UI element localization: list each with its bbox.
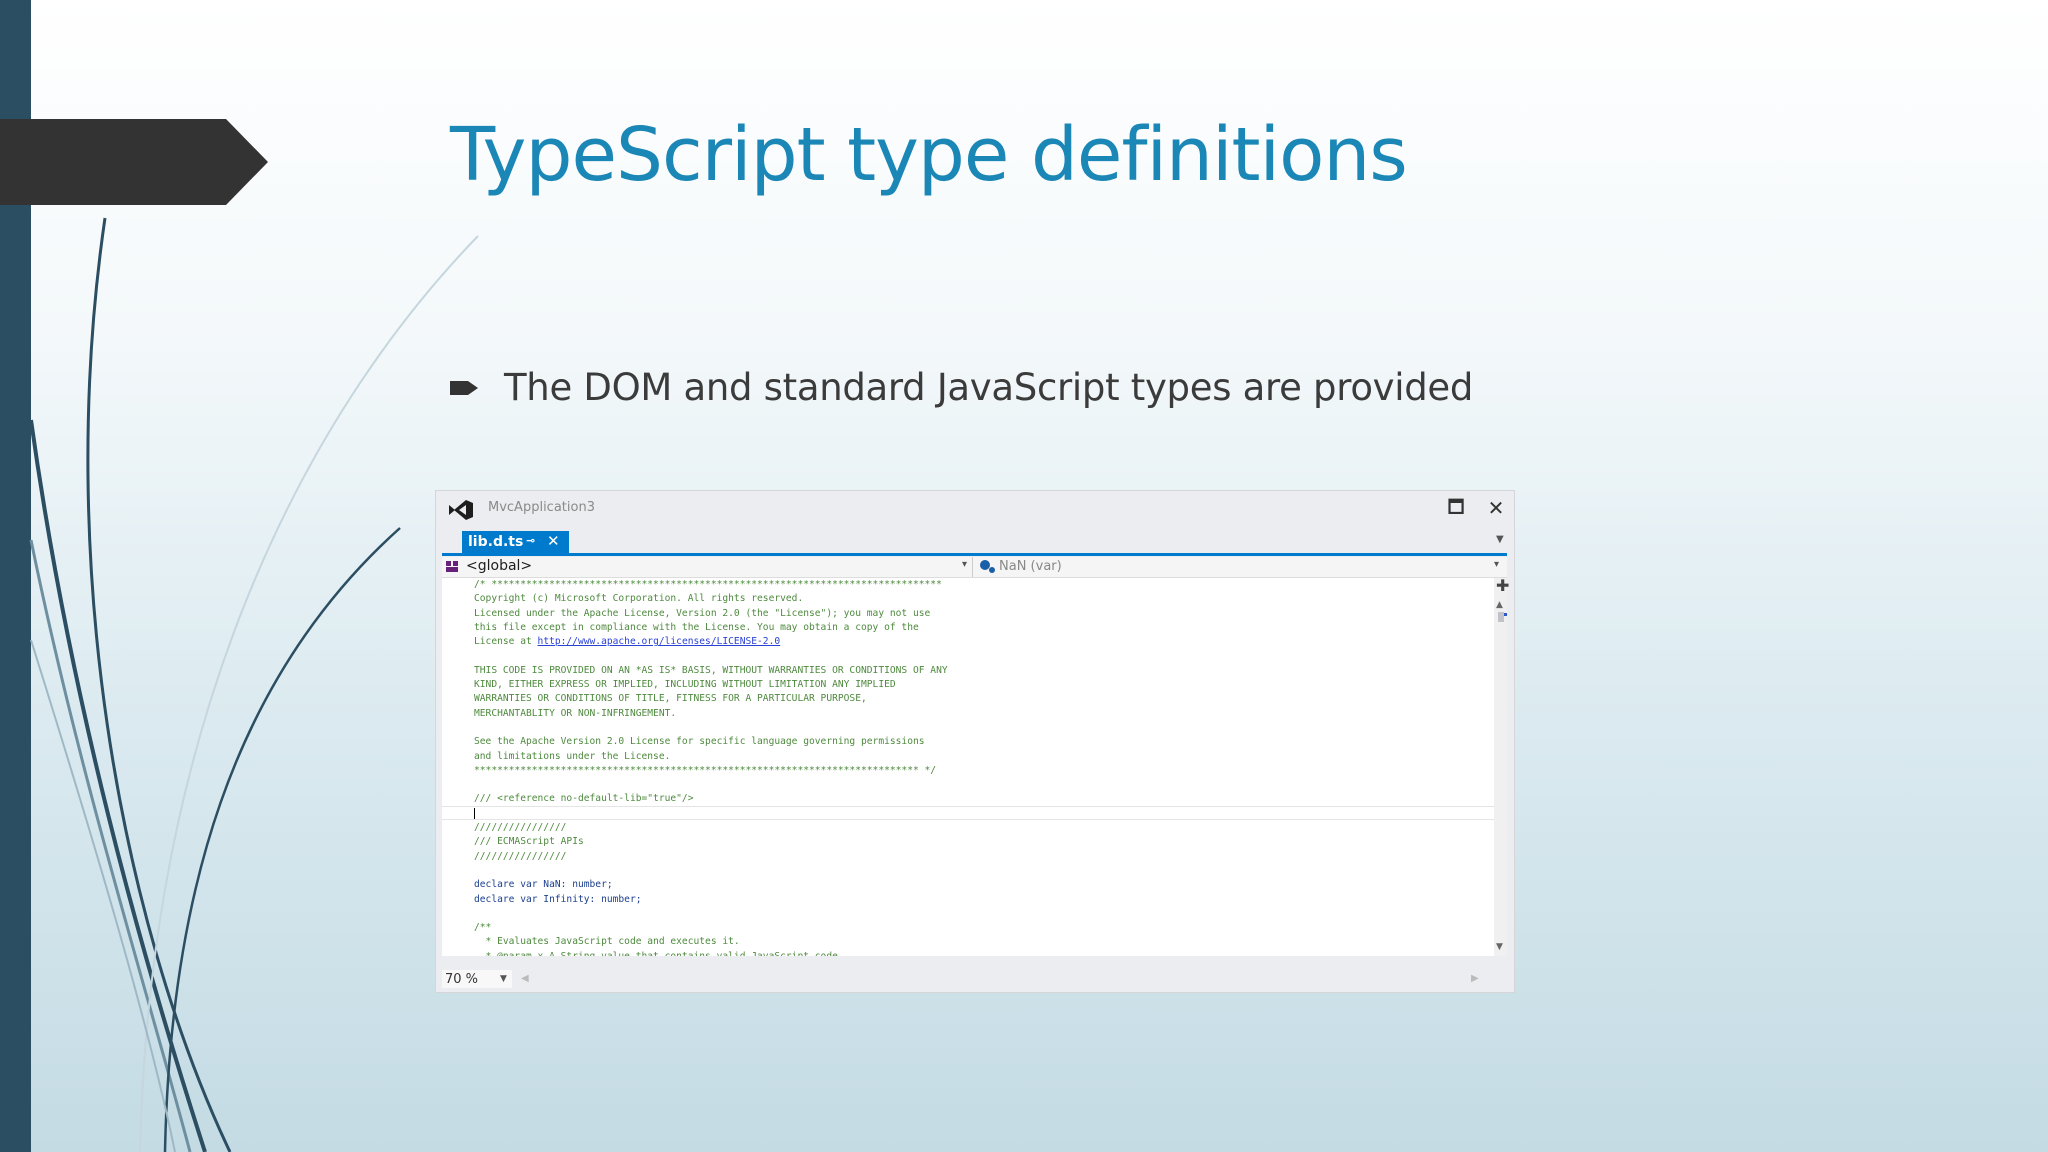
ide-titlebar: MvcApplication3 🗖 ✕ <box>436 491 1514 527</box>
code-text: and limitations under the License. <box>474 750 671 762</box>
code-text: License at <box>474 636 538 648</box>
scope-dropdown[interactable]: <global> ▾ <box>442 557 973 577</box>
title-arrow-marker <box>0 119 268 205</box>
variable-icon <box>980 560 995 573</box>
code-text: declare var NaN: number; <box>474 879 613 891</box>
split-editor-icon[interactable]: ✚ <box>1496 578 1509 594</box>
scroll-down-arrow-icon[interactable]: ▼ <box>1496 942 1503 952</box>
editor-status-bar: 70 % ▼ ◀ ▶ <box>436 968 1514 992</box>
code-text: /** <box>474 922 492 934</box>
scroll-caret-marker <box>1504 613 1507 616</box>
zoom-dropdown[interactable]: 70 % ▼ <box>442 970 512 988</box>
pin-icon[interactable]: ⊸ <box>526 534 535 547</box>
code-editor[interactable]: /* *************************************… <box>442 578 1494 956</box>
member-dropdown[interactable]: NaN (var) <box>999 559 1062 574</box>
code-line: * Evaluates JavaScript code and executes… <box>474 935 948 949</box>
code-line: WARRANTIES OR CONDITIONS OF TITLE, FITNE… <box>474 692 948 706</box>
ide-app-title: MvcApplication3 <box>488 500 595 515</box>
code-text: * Evaluates JavaScript code and executes… <box>474 936 740 948</box>
code-line: declare var Infinity: number; <box>474 893 948 907</box>
code-text: See the Apache Version 2.0 License for s… <box>474 736 925 748</box>
navigation-bar: <global> ▾ NaN (var) ▾ <box>442 557 1507 578</box>
bullet-item: The DOM and standard JavaScript types ar… <box>450 366 1473 409</box>
code-line: ****************************************… <box>474 764 948 778</box>
code-text: declare var Infinity: number; <box>474 893 642 905</box>
scope-dropdown-value: <global> <box>466 558 533 574</box>
code-text: KIND, EITHER EXPRESS OR IMPLIED, INCLUDI… <box>474 679 896 691</box>
code-text: /// <reference no-default-lib="true"/> <box>474 793 694 805</box>
code-line: this file except in compliance with the … <box>474 621 948 635</box>
ide-screenshot: MvcApplication3 🗖 ✕ lib.d.ts ⊸ ✕ ▼ <glob… <box>435 490 1515 993</box>
code-line: /// <reference no-default-lib="true"/> <box>474 792 948 806</box>
bullet-text: The DOM and standard JavaScript types ar… <box>504 366 1474 409</box>
code-text: //////////////// <box>474 822 567 834</box>
code-text: * @param x A String value that contains … <box>474 951 844 956</box>
code-text: //////////////// <box>474 850 567 862</box>
scroll-left-arrow-icon[interactable]: ◀ <box>521 973 529 984</box>
tab-lib-d-ts[interactable]: lib.d.ts ⊸ ✕ <box>462 531 569 553</box>
code-text: WARRANTIES OR CONDITIONS OF TITLE, FITNE… <box>474 693 867 705</box>
code-line: License at http://www.apache.org/license… <box>474 635 948 649</box>
code-text: MERCHANTABLITY OR NON-INFRINGEMENT. <box>474 707 677 719</box>
namespace-icon <box>446 561 458 572</box>
code-line: //////////////// <box>474 850 948 864</box>
code-text: /// ECMAScript APIs <box>474 836 584 848</box>
zoom-level: 70 % <box>445 972 479 987</box>
code-line: Copyright (c) Microsoft Corporation. All… <box>474 592 948 606</box>
code-line: /** <box>474 921 948 935</box>
document-tabbar: lib.d.ts ⊸ ✕ ▼ <box>436 531 1514 553</box>
visual-studio-logo-icon <box>449 500 473 520</box>
chevron-down-icon: ▼ <box>500 974 507 984</box>
code-lines: /* *************************************… <box>474 578 948 956</box>
slide-title: TypeScript type definitions <box>450 112 1408 198</box>
arrow-bullet-icon <box>450 380 478 395</box>
code-line: MERCHANTABLITY OR NON-INFRINGEMENT. <box>474 707 948 721</box>
code-text: Copyright (c) Microsoft Corporation. All… <box>474 593 804 605</box>
code-line: KIND, EITHER EXPRESS OR IMPLIED, INCLUDI… <box>474 678 948 692</box>
code-line: //////////////// <box>474 821 948 835</box>
code-line: Licensed under the Apache License, Versi… <box>474 607 948 621</box>
code-line: /// ECMAScript APIs <box>474 835 948 849</box>
code-text: this file except in compliance with the … <box>474 621 919 633</box>
code-line: /* *************************************… <box>474 578 948 592</box>
tab-overflow-icon[interactable]: ▼ <box>1496 534 1504 545</box>
tab-underline <box>442 553 1507 556</box>
close-window-button[interactable]: ✕ <box>1483 496 1509 520</box>
tab-close-icon[interactable]: ✕ <box>547 532 560 550</box>
license-link[interactable]: http://www.apache.org/licenses/LICENSE-2… <box>538 636 781 647</box>
code-line: declare var NaN: number; <box>474 878 948 892</box>
code-text: /* *************************************… <box>474 579 948 590</box>
code-line: See the Apache Version 2.0 License for s… <box>474 735 948 749</box>
chevron-down-icon: ▾ <box>962 559 968 570</box>
code-text: THIS CODE IS PROVIDED ON AN *AS IS* BASI… <box>474 664 948 676</box>
maximize-button[interactable]: 🗖 <box>1443 496 1469 520</box>
code-line: and limitations under the License. <box>474 750 948 764</box>
chevron-down-icon: ▾ <box>1494 559 1500 570</box>
code-line: * @param x A String value that contains … <box>474 950 948 956</box>
vertical-scrollbar[interactable]: ✚ ▲ ▼ <box>1494 578 1509 956</box>
scroll-up-arrow-icon[interactable]: ▲ <box>1496 600 1503 610</box>
scroll-right-arrow-icon[interactable]: ▶ <box>1471 973 1479 984</box>
tab-label: lib.d.ts <box>468 534 524 550</box>
code-text: ****************************************… <box>474 764 937 776</box>
code-line: THIS CODE IS PROVIDED ON AN *AS IS* BASI… <box>474 664 948 678</box>
code-text: Licensed under the Apache License, Versi… <box>474 607 931 619</box>
